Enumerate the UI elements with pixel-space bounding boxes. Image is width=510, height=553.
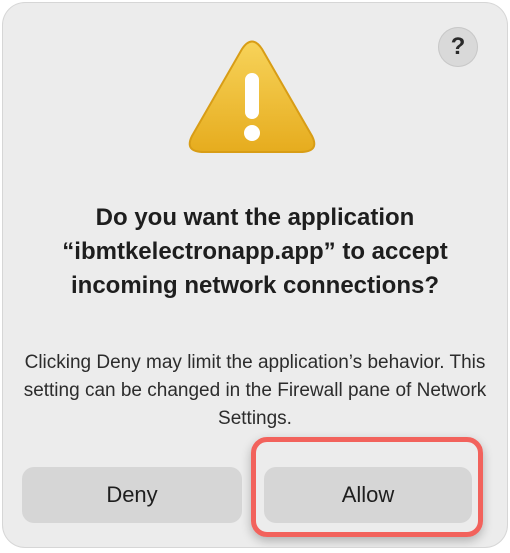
firewall-dialog: ? Do you want the application “ibmtkelec… [3,3,507,547]
dialog-message: Clicking Deny may limit the application’… [23,352,487,429]
warning-icon [188,40,316,153]
help-button[interactable]: ? [438,27,478,67]
deny-button-label: Deny [106,482,158,507]
dialog-title: Do you want the application “ibmtkelectr… [62,204,448,299]
allow-button-label: Allow [341,482,395,507]
help-icon: ? [450,33,466,60]
allow-button[interactable]: Allow [264,467,472,523]
deny-button[interactable]: Deny [22,467,242,523]
